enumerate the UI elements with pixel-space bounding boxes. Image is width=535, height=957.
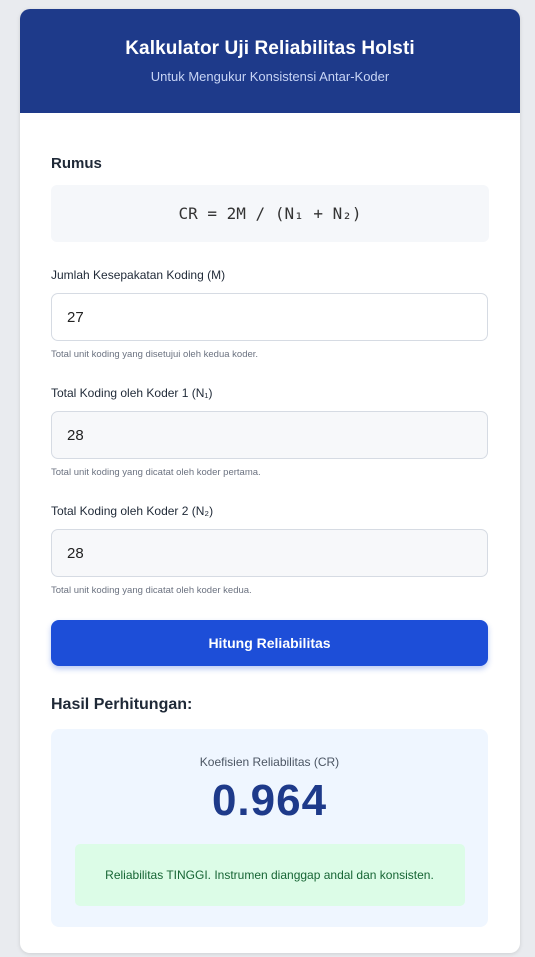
coder2-hint: Total unit koding yang dicatat oleh kode…	[51, 585, 252, 596]
field-coder1: Total Koding oleh Koder 1 (N₁) Total uni…	[51, 386, 489, 478]
coder2-label: Total Koding oleh Koder 2 (N₂)	[51, 504, 214, 518]
header: Kalkulator Uji Reliabilitas Holsti Untuk…	[20, 9, 520, 113]
coder2-input[interactable]	[51, 529, 488, 577]
agreement-input[interactable]	[51, 293, 488, 341]
coefficient-label: Koefisien Reliabilitas (CR)	[199, 755, 340, 769]
result-heading: Hasil Perhitungan:	[51, 696, 193, 713]
formula-box: CR = 2M / (N₁ + N₂)	[51, 185, 489, 242]
verdict-badge: Reliabilitas TINGGI. Instrumen dianggap …	[74, 844, 465, 906]
verdict-text: Reliabilitas TINGGI. Instrumen dianggap …	[105, 867, 434, 882]
result-box: Koefisien Reliabilitas (CR) 0.964 Reliab…	[51, 729, 488, 927]
page-title: Kalkulator Uji Reliabilitas Holsti	[125, 38, 415, 59]
field-coder2: Total Koding oleh Koder 2 (N₂) Total uni…	[51, 504, 489, 596]
calculator-card: Kalkulator Uji Reliabilitas Holsti Untuk…	[20, 9, 520, 953]
form-body: Rumus CR = 2M / (N₁ + N₂) Jumlah Kesepak…	[20, 155, 520, 927]
coder1-input[interactable]	[51, 411, 488, 459]
formula-heading: Rumus	[51, 155, 102, 172]
coefficient-value: 0.964	[211, 776, 328, 825]
agreement-hint: Total unit koding yang disetujui oleh ke…	[51, 349, 259, 360]
calculate-button[interactable]: Hitung Reliabilitas	[51, 620, 488, 666]
page-subtitle: Untuk Mengukur Konsistensi Antar-Koder	[150, 69, 390, 84]
agreement-label: Jumlah Kesepakatan Koding (M)	[51, 268, 226, 282]
coder1-label: Total Koding oleh Koder 1 (N₁)	[51, 386, 213, 400]
field-agreement: Jumlah Kesepakatan Koding (M) Total unit…	[51, 268, 489, 360]
formula-expression: CR = 2M / (N₁ + N₂)	[178, 204, 362, 223]
coder1-hint: Total unit koding yang dicatat oleh kode…	[51, 467, 261, 478]
